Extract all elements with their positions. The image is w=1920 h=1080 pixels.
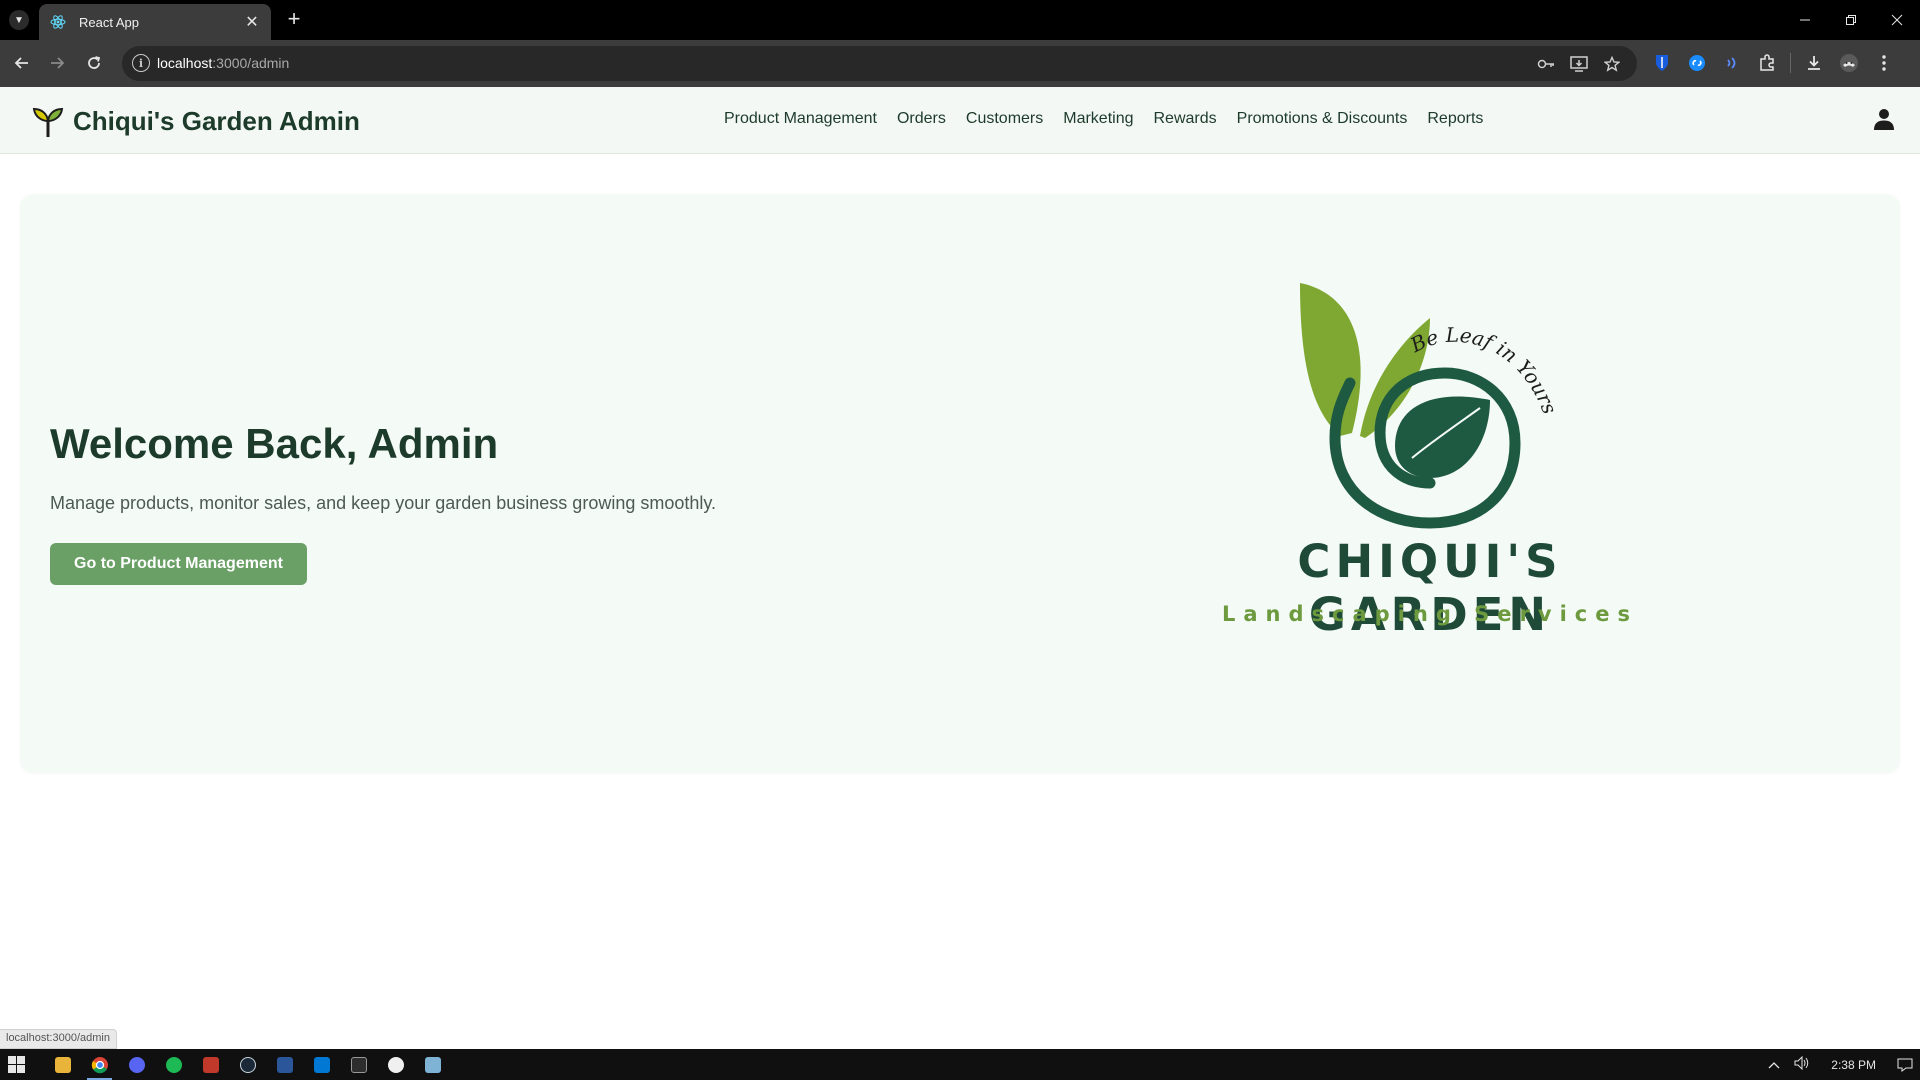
browser-toolbar: i localhost:3000/admin [0, 40, 1920, 87]
minimize-icon[interactable] [1782, 0, 1828, 40]
extension-icons [1650, 51, 1896, 75]
omnibox-actions [1536, 54, 1621, 73]
close-tab-icon[interactable]: ✕ [243, 12, 261, 32]
back-arrow-icon[interactable] [10, 51, 34, 75]
bitwarden-extension-icon[interactable] [1650, 51, 1674, 75]
taskbar-apps [44, 1049, 451, 1080]
brand[interactable]: Chiqui's Garden Admin [32, 104, 360, 138]
word-icon[interactable] [266, 1049, 303, 1080]
main-nav: Product Management Orders Customers Mark… [724, 110, 1503, 128]
install-app-icon[interactable] [1569, 54, 1588, 73]
profile-avatar-icon[interactable] [1837, 51, 1861, 75]
system-tray: 2:38 PM [1761, 1049, 1920, 1080]
shazam-extension-icon[interactable] [1685, 51, 1709, 75]
logo-inner-leaf [1395, 396, 1490, 478]
nav-reports[interactable]: Reports [1427, 110, 1483, 128]
audio-extension-icon[interactable] [1720, 51, 1744, 75]
forward-arrow-icon[interactable] [45, 51, 69, 75]
nav-product-management[interactable]: Product Management [724, 110, 877, 128]
extensions-puzzle-icon[interactable] [1755, 51, 1779, 75]
discord-icon[interactable] [118, 1049, 155, 1080]
bookmark-star-icon[interactable] [1602, 54, 1621, 73]
download-icon[interactable] [1802, 51, 1826, 75]
new-tab-button[interactable]: + [282, 8, 306, 32]
sprout-logo-icon [32, 104, 64, 138]
app-red-icon[interactable] [192, 1049, 229, 1080]
browser-tab[interactable]: React App ✕ [39, 4, 271, 40]
app-header: Chiqui's Garden Admin Product Management… [0, 87, 1920, 154]
go-to-product-management-button[interactable]: Go to Product Management [50, 543, 307, 585]
vscode-icon[interactable] [303, 1049, 340, 1080]
chrome-menu-icon[interactable] [1872, 51, 1896, 75]
nav-customers[interactable]: Customers [966, 110, 1043, 128]
spotify-icon[interactable] [155, 1049, 192, 1080]
windows-start-icon[interactable] [8, 1056, 25, 1073]
notification-center-icon[interactable] [1890, 1049, 1920, 1080]
window-controls [1782, 0, 1920, 40]
browser-tab-bar: ▼ React App ✕ + [0, 0, 1920, 40]
terminal-icon[interactable] [340, 1049, 377, 1080]
brand-title: Chiqui's Garden Admin [73, 105, 360, 136]
windows-taskbar: 2:38 PM [0, 1049, 1920, 1080]
file-explorer-icon[interactable] [44, 1049, 81, 1080]
url-text: localhost:3000/admin [157, 55, 289, 71]
nav-marketing[interactable]: Marketing [1063, 110, 1133, 128]
key-icon[interactable] [1536, 54, 1555, 73]
nav-promotions-discounts[interactable]: Promotions & Discounts [1237, 110, 1408, 128]
chevron-down-icon: ▼ [14, 14, 24, 26]
hero-subtitle: Manage products, monitor sales, and keep… [50, 493, 717, 513]
notepad-icon[interactable] [414, 1049, 451, 1080]
url-path: :3000/admin [212, 55, 290, 71]
speaker-volume-icon[interactable] [1787, 1055, 1817, 1073]
react-favicon-icon [49, 13, 67, 31]
nav-rewards[interactable]: Rewards [1154, 110, 1217, 128]
reload-icon[interactable] [82, 51, 106, 75]
hero-title: Welcome Back, Admin [50, 420, 499, 467]
tray-chevron-up-icon[interactable] [1761, 1058, 1787, 1072]
status-url-preview: localhost:3000/admin [0, 1029, 117, 1049]
logo-leaf-left [1300, 283, 1361, 436]
taskbar-clock[interactable]: 2:38 PM [1817, 1058, 1890, 1072]
restore-icon[interactable] [1828, 0, 1874, 40]
tab-search-button[interactable]: ▼ [9, 10, 29, 30]
user-account-icon[interactable] [1872, 107, 1896, 131]
tab-title: React App [79, 14, 139, 30]
url-host: localhost [157, 55, 213, 71]
site-info-icon[interactable]: i [132, 54, 150, 72]
toolbar-separator [1790, 53, 1791, 73]
nav-orders[interactable]: Orders [897, 110, 946, 128]
logo-subtitle: Landscaping Services [1222, 602, 1638, 626]
chrome-taskbar-icon[interactable] [81, 1049, 118, 1080]
app-circle-icon[interactable] [377, 1049, 414, 1080]
close-window-icon[interactable] [1874, 0, 1920, 40]
steam-icon[interactable] [229, 1049, 266, 1080]
address-bar[interactable]: i localhost:3000/admin [122, 46, 1637, 81]
